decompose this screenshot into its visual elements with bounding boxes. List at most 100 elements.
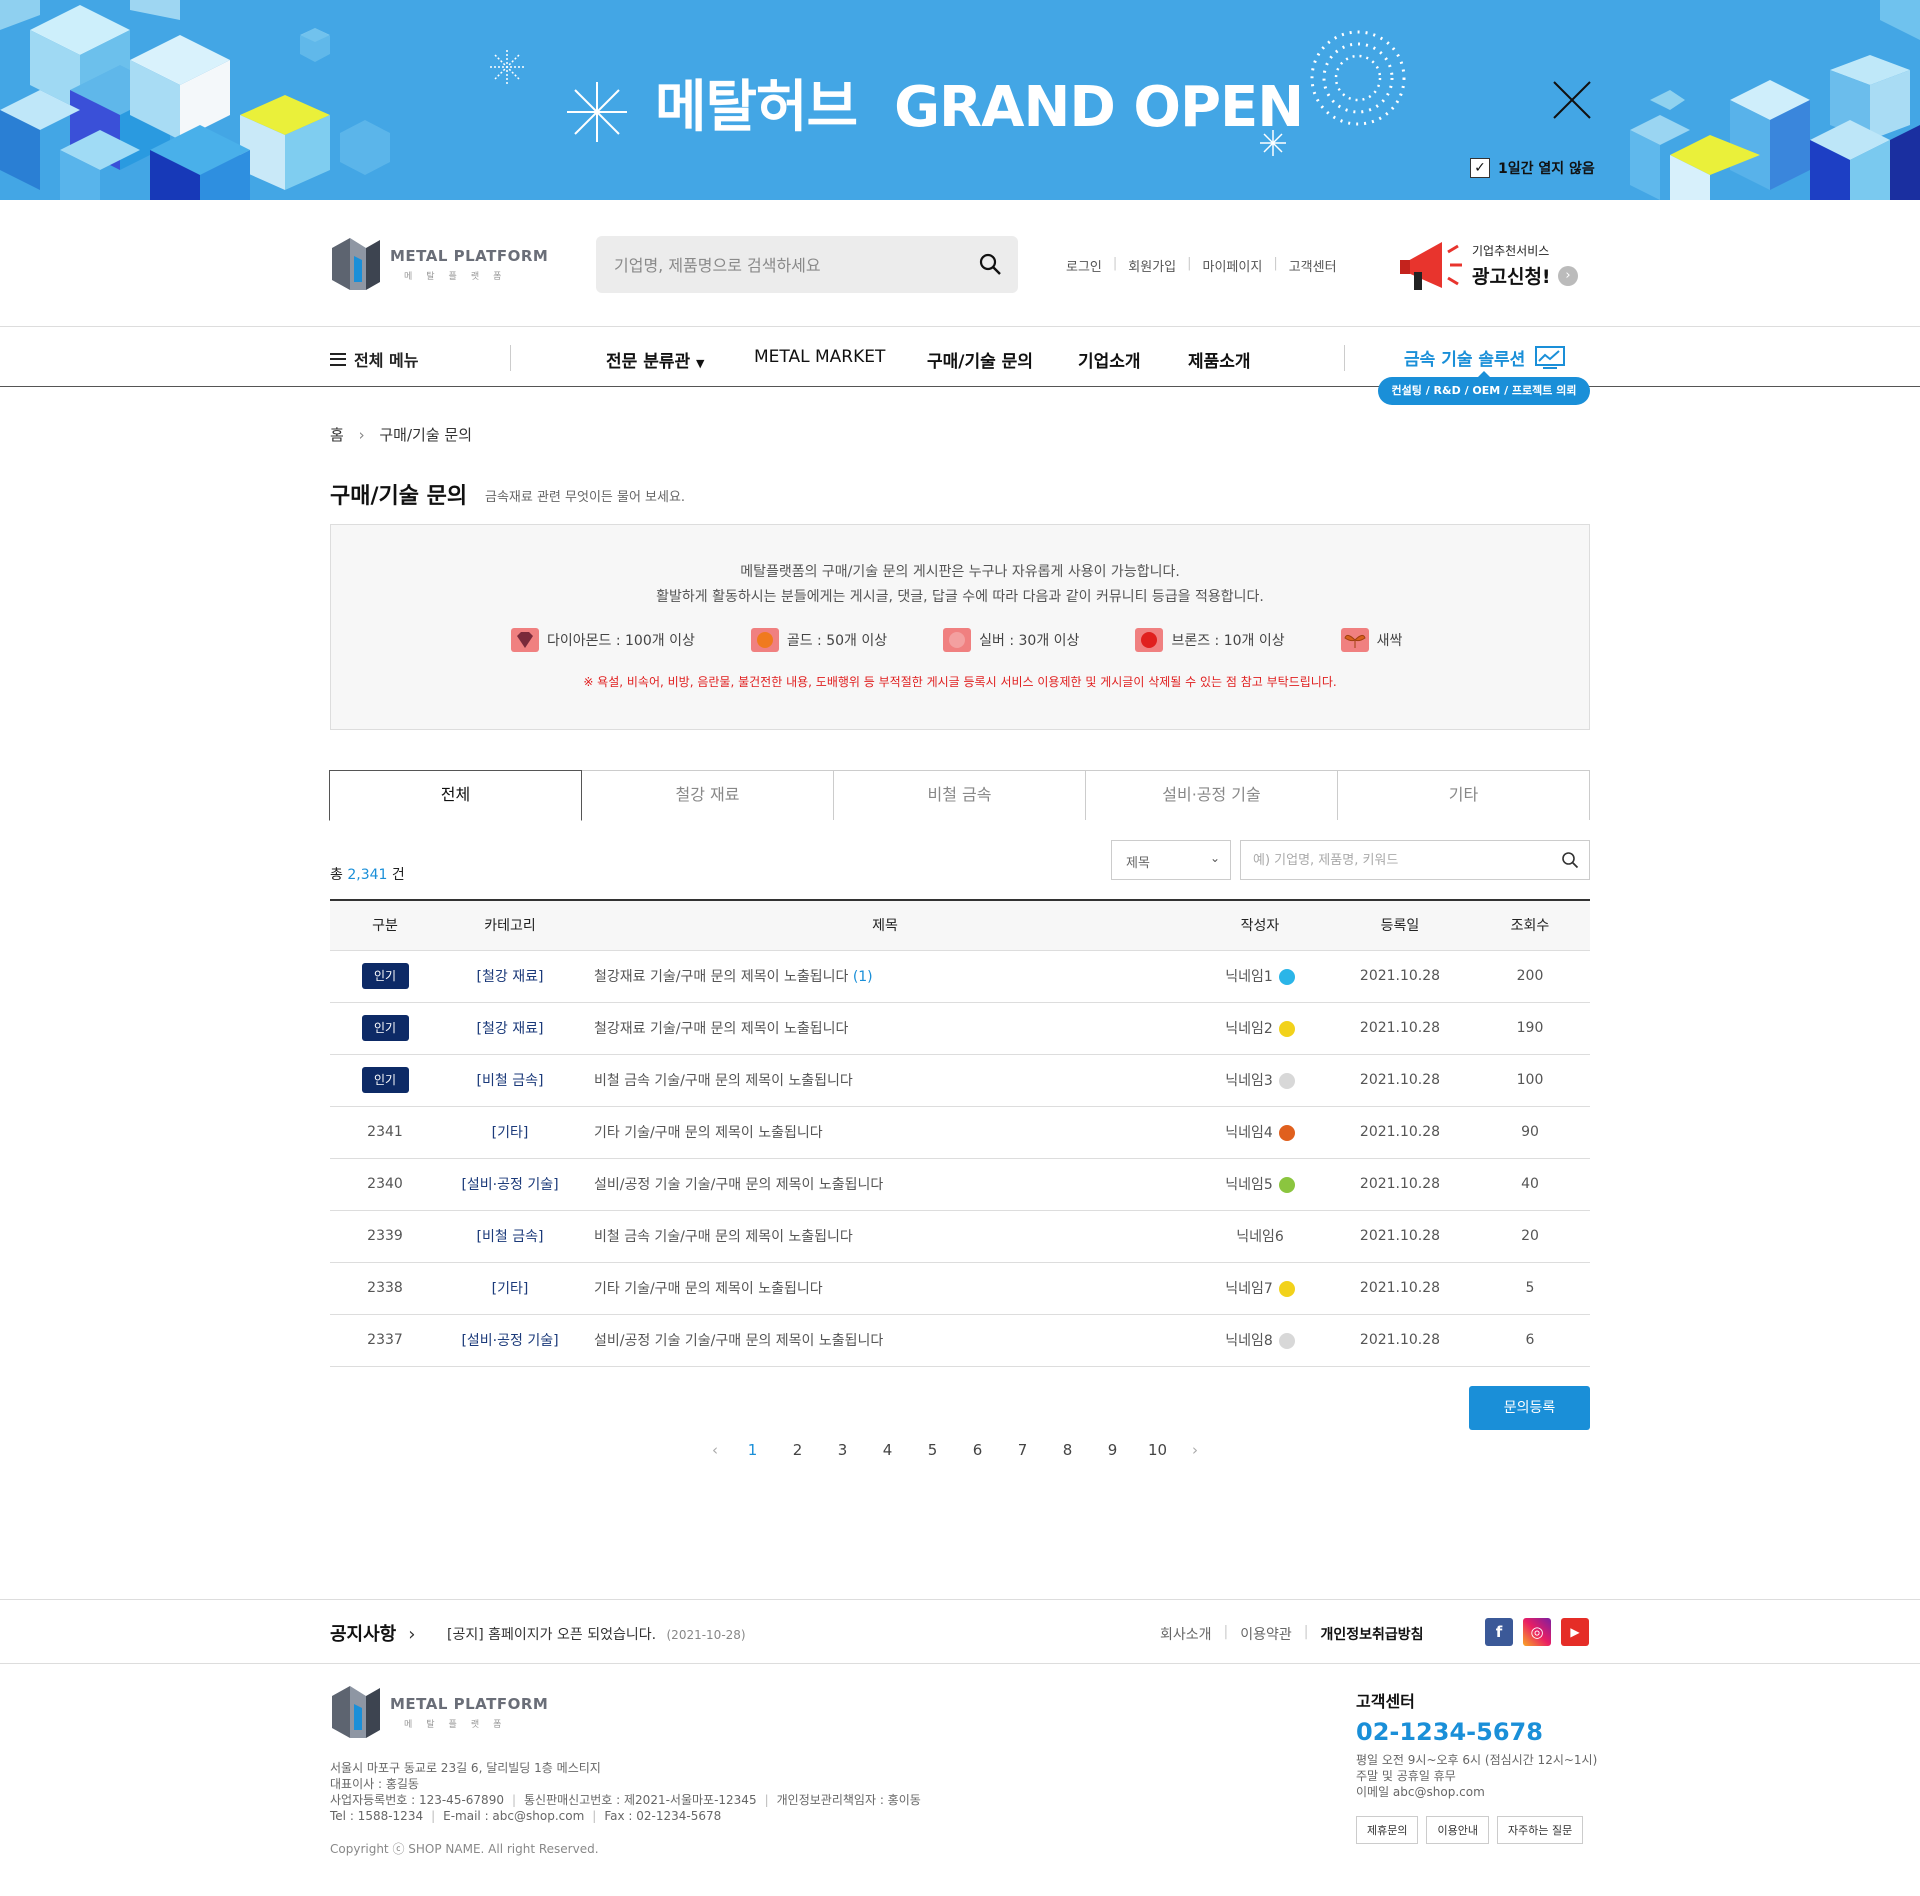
table-row[interactable]: 2338 [기타] 기타 기술/구매 문의 제목이 노출됩니다 닉네임7 2021.1… bbox=[330, 1262, 1590, 1315]
table-row[interactable]: 2337 [설비·공정 기술] 설비/공정 기술 기술/구매 문의 제목이 노출됩니… bbox=[330, 1314, 1590, 1367]
page-number[interactable]: 6 bbox=[955, 1441, 1000, 1459]
nav-label: 전문 분류관 bbox=[606, 352, 691, 372]
search-icon[interactable] bbox=[978, 252, 1002, 276]
header-title: 제목 bbox=[580, 899, 1190, 951]
post-title[interactable]: 기타 기술/구매 문의 제목이 노출됩니다 bbox=[594, 1125, 823, 1141]
cell-title[interactable]: 철강재료 기술/구매 문의 제목이 노출됩니다 bbox=[580, 1002, 1190, 1055]
cell-type: 인기 bbox=[330, 1002, 440, 1055]
search-icon[interactable] bbox=[1561, 851, 1579, 869]
cell-category[interactable]: [비철 금속] bbox=[440, 1210, 580, 1263]
instagram-icon[interactable]: ◎ bbox=[1523, 1618, 1551, 1646]
page-number[interactable]: 2 bbox=[775, 1441, 820, 1459]
site-logo[interactable]: METAL PLATFORM 메탈플랫폼 bbox=[330, 236, 548, 292]
cell-category[interactable]: [비철 금속] bbox=[440, 1054, 580, 1107]
post-title[interactable]: 비철 금속 기술/구매 문의 제목이 노출됩니다 bbox=[594, 1229, 853, 1245]
close-icon[interactable] bbox=[1548, 76, 1596, 124]
nav-product[interactable]: 제품소개 bbox=[1188, 347, 1251, 372]
cell-category[interactable]: [철강 재료] bbox=[440, 950, 580, 1003]
faq-button[interactable]: 자주하는 질문 bbox=[1496, 1816, 1584, 1844]
notice-item[interactable]: [공지] 홈페이지가 오픈 되었습니다. (2021-10-28) bbox=[447, 1624, 746, 1644]
terms-link[interactable]: 이용약관 bbox=[1240, 1624, 1292, 1644]
page-number[interactable]: 5 bbox=[910, 1441, 955, 1459]
post-title[interactable]: 기타 기술/구매 문의 제목이 노출됩니다 bbox=[594, 1281, 823, 1297]
arrow-right-icon[interactable]: › bbox=[1558, 266, 1578, 286]
page-number[interactable]: 10 bbox=[1135, 1441, 1180, 1459]
table-row[interactable]: 인기 [비철 금속] 비철 금속 기술/구매 문의 제목이 노출됩니다 닉네임3 20… bbox=[330, 1054, 1590, 1107]
tab-equipment-process[interactable]: 설비·공정 기술 bbox=[1085, 770, 1338, 820]
logo-subtext: 메탈플랫폼 bbox=[404, 1719, 516, 1730]
page-number[interactable]: 7 bbox=[1000, 1441, 1045, 1459]
page-number[interactable]: 4 bbox=[865, 1441, 910, 1459]
header-date: 등록일 bbox=[1330, 899, 1470, 951]
cell-category[interactable]: [철강 재료] bbox=[440, 1002, 580, 1055]
company-email: E-mail : abc@shop.com bbox=[443, 1809, 585, 1823]
facebook-icon[interactable]: f bbox=[1485, 1618, 1513, 1646]
cell-title[interactable]: 기타 기술/구매 문의 제목이 노출됩니다 bbox=[580, 1262, 1190, 1315]
table-row[interactable]: 인기 [철강 재료] 철강재료 기술/구매 문의 제목이 노출됩니다 닉네임2 202… bbox=[330, 1002, 1590, 1055]
post-number: 2337 bbox=[367, 1332, 403, 1348]
nav-metal-solution[interactable]: 금속 기술 솔루션 bbox=[1404, 345, 1566, 370]
cell-title[interactable]: 철강재료 기술/구매 문의 제목이 노출됩니다 (1) bbox=[580, 950, 1190, 1003]
page-number[interactable]: 1 bbox=[730, 1441, 775, 1459]
signup-link[interactable]: 회원가입 bbox=[1128, 256, 1176, 275]
board-search-input[interactable] bbox=[1253, 850, 1543, 870]
nav-inquiry[interactable]: 구매/기술 문의 bbox=[927, 347, 1033, 372]
customer-center-link[interactable]: 고객센터 bbox=[1289, 256, 1337, 275]
next-page-icon[interactable]: › bbox=[1180, 1441, 1210, 1459]
register-inquiry-button[interactable]: 문의등록 bbox=[1469, 1386, 1590, 1430]
ad-apply-banner[interactable]: 기업추천서비스 광고신청! › bbox=[1398, 230, 1578, 300]
tab-nonferrous[interactable]: 비철 금속 bbox=[833, 770, 1086, 820]
page-number[interactable]: 9 bbox=[1090, 1441, 1135, 1459]
youtube-icon[interactable]: ▶ bbox=[1561, 1618, 1589, 1646]
cell-category[interactable]: [기타] bbox=[440, 1106, 580, 1159]
partnership-button[interactable]: 제휴문의 bbox=[1356, 1816, 1419, 1844]
cell-title[interactable]: 설비/공정 기술 기술/구매 문의 제목이 노출됩니다 bbox=[580, 1158, 1190, 1211]
breadcrumb: 홈 › 구매/기술 문의 bbox=[330, 424, 472, 445]
cell-category[interactable]: [설비·공정 기술] bbox=[440, 1314, 580, 1367]
table-row[interactable]: 2339 [비철 금속] 비철 금속 기술/구매 문의 제목이 노출됩니다 닉네임6… bbox=[330, 1210, 1590, 1263]
table-header-row: 구분 카테고리 제목 작성자 등록일 조회수 bbox=[330, 899, 1590, 951]
post-title[interactable]: 철강재료 기술/구매 문의 제목이 노출됩니다 bbox=[594, 1021, 848, 1037]
header-type: 구분 bbox=[330, 899, 440, 951]
company-link[interactable]: 회사소개 bbox=[1160, 1624, 1212, 1644]
nav-category-hall[interactable]: 전문 분류관 ▼ bbox=[606, 347, 705, 372]
search-field-select[interactable]: 제목 ⌄ bbox=[1111, 840, 1231, 880]
cell-category[interactable]: [기타] bbox=[440, 1262, 580, 1315]
table-row[interactable]: 2341 [기타] 기타 기술/구매 문의 제목이 노출됩니다 닉네임4 2021.1… bbox=[330, 1106, 1590, 1159]
post-title[interactable]: 비철 금속 기술/구매 문의 제목이 노출됩니다 bbox=[594, 1073, 853, 1089]
cell-title[interactable]: 비철 금속 기술/구매 문의 제목이 노출됩니다 bbox=[580, 1210, 1190, 1263]
page-number[interactable]: 8 bbox=[1045, 1441, 1090, 1459]
page-number[interactable]: 3 bbox=[820, 1441, 865, 1459]
cell-title[interactable]: 기타 기술/구매 문의 제목이 노출됩니다 bbox=[580, 1106, 1190, 1159]
prev-page-icon[interactable]: ‹ bbox=[700, 1441, 730, 1459]
post-title[interactable]: 설비/공정 기술 기술/구매 문의 제목이 노출됩니다 bbox=[594, 1333, 883, 1349]
solution-pill[interactable]: 컨설팅 / R&D / OEM / 프로젝트 의뢰 bbox=[1378, 371, 1590, 405]
global-search-input[interactable] bbox=[614, 250, 964, 280]
cell-category[interactable]: [설비·공정 기술] bbox=[440, 1158, 580, 1211]
check-icon[interactable]: ✓ bbox=[1470, 158, 1490, 178]
table-row[interactable]: 2340 [설비·공정 기술] 설비/공정 기술 기술/구매 문의 제목이 노출됩니… bbox=[330, 1158, 1590, 1211]
tab-all[interactable]: 전체 bbox=[329, 770, 582, 821]
post-title[interactable]: 철강재료 기술/구매 문의 제목이 노출됩니다 bbox=[594, 969, 848, 985]
no-show-today-checkbox[interactable]: ✓ 1일간 열지 않음 bbox=[1470, 158, 1595, 178]
nav-metal-market[interactable]: METAL MARKET bbox=[754, 347, 885, 367]
usage-guide-button[interactable]: 이용안내 bbox=[1426, 1816, 1489, 1844]
company-contact: Tel : 1588-1234 | E-mail : abc@shop.com | Fa… bbox=[330, 1808, 921, 1824]
gold-level-icon bbox=[1278, 1021, 1295, 1037]
tab-steel[interactable]: 철강 재료 bbox=[581, 770, 834, 820]
breadcrumb-home[interactable]: 홈 bbox=[330, 426, 344, 444]
all-menu-button[interactable]: 전체 메뉴 bbox=[330, 347, 418, 371]
tab-etc[interactable]: 기타 bbox=[1337, 770, 1590, 820]
login-link[interactable]: 로그인 bbox=[1066, 256, 1102, 275]
table-row[interactable]: 인기 [철강 재료] 철강재료 기술/구매 문의 제목이 노출됩니다 (1) 닉네임1… bbox=[330, 950, 1590, 1003]
mypage-link[interactable]: 마이페이지 bbox=[1203, 256, 1263, 275]
privacy-link[interactable]: 개인정보취급방침 bbox=[1321, 1624, 1424, 1644]
notice-title[interactable]: 공지사항 › bbox=[330, 1620, 415, 1646]
cell-views: 90 bbox=[1470, 1106, 1590, 1159]
site-header: METAL PLATFORM 메탈플랫폼 로그인 | 회원가입 | 마이페이지 | 고… bbox=[0, 200, 1920, 327]
nav-company[interactable]: 기업소개 bbox=[1078, 347, 1141, 372]
global-search bbox=[596, 236, 1018, 293]
cell-title[interactable]: 비철 금속 기술/구매 문의 제목이 노출됩니다 bbox=[580, 1054, 1190, 1107]
cell-title[interactable]: 설비/공정 기술 기술/구매 문의 제목이 노출됩니다 bbox=[580, 1314, 1190, 1367]
post-title[interactable]: 설비/공정 기술 기술/구매 문의 제목이 노출됩니다 bbox=[594, 1177, 883, 1193]
